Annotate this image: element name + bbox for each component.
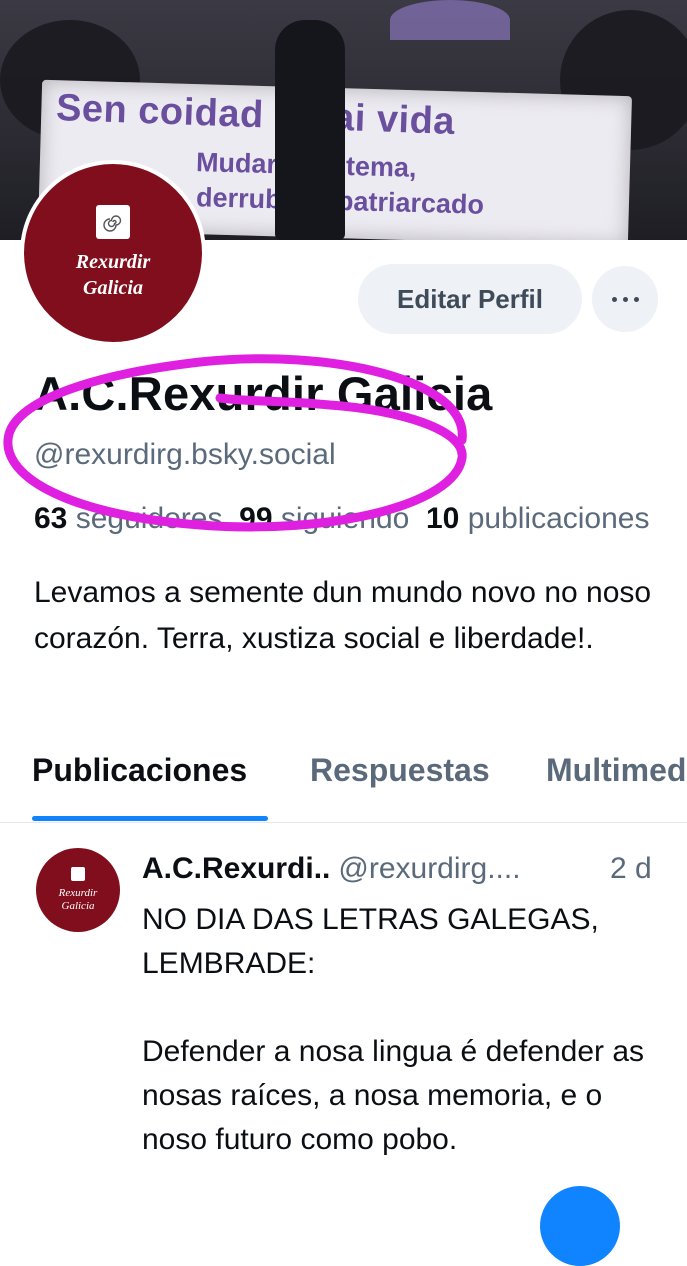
post-handle[interactable]: @rexurdirg.... bbox=[338, 852, 520, 885]
profile-avatar[interactable]: Rexurdir Galicia bbox=[20, 160, 206, 346]
umbrella bbox=[390, 0, 510, 40]
more-options-button[interactable] bbox=[592, 266, 658, 332]
avatar-text: Rexurdir bbox=[58, 887, 98, 899]
posts-label: publicaciones bbox=[467, 502, 650, 535]
tab-publicaciones[interactable]: Publicaciones bbox=[32, 752, 247, 789]
following-link[interactable]: 99 siguiendo bbox=[239, 502, 409, 535]
followers-label: seguidores bbox=[75, 502, 223, 535]
avatar-text: Galicia bbox=[83, 277, 143, 299]
post-body: NO DIA DAS LETRAS GALEGAS, LEMBRADE: Def… bbox=[142, 903, 645, 1156]
avatar-logo: Rexurdir Galicia bbox=[24, 164, 202, 342]
dot-icon bbox=[622, 296, 628, 302]
person-silhouette bbox=[275, 20, 345, 240]
profile-tabs: Publicaciones Respuestas Multimedia bbox=[0, 752, 687, 823]
profile-bio: Levamos a semente dun mundo novo no noso… bbox=[34, 576, 652, 655]
following-label: siguiendo bbox=[280, 502, 410, 535]
dot-icon bbox=[633, 296, 639, 302]
spiral-icon bbox=[71, 867, 85, 881]
post-header: A.C.Rexurdi.. @rexurdirg.... bbox=[142, 852, 521, 886]
edit-profile-button[interactable]: Editar Perfil bbox=[358, 264, 582, 334]
post-timestamp[interactable]: 2 d bbox=[610, 852, 652, 886]
display-name: A.C.Rexurdir Galicia bbox=[34, 367, 493, 420]
post-author[interactable]: A.C.Rexurdi.. bbox=[142, 852, 330, 885]
profile-handle[interactable]: @rexurdirg.bsky.social bbox=[34, 438, 336, 472]
posts-count: 10 bbox=[425, 502, 460, 535]
followers-link[interactable]: 63 seguidores bbox=[34, 502, 222, 535]
avatar-text: Rexurdir bbox=[75, 251, 151, 273]
tab-respuestas[interactable]: Respuestas bbox=[310, 752, 490, 789]
avatar-text: Galicia bbox=[61, 900, 95, 912]
spiral-icon bbox=[96, 205, 130, 239]
compose-button[interactable] bbox=[540, 1186, 620, 1266]
profile-stats: 63 seguidores 99 siguiendo 10 publicacio… bbox=[34, 502, 650, 536]
followers-count: 63 bbox=[34, 502, 68, 535]
following-count: 99 bbox=[239, 502, 273, 535]
post-avatar[interactable]: Rexurdir Galicia bbox=[36, 848, 120, 932]
posts-stat: 10 publicaciones bbox=[426, 502, 650, 535]
tab-multimedia[interactable]: Multimedia bbox=[546, 752, 687, 789]
dot-icon bbox=[611, 296, 617, 302]
active-tab-indicator bbox=[32, 816, 268, 821]
